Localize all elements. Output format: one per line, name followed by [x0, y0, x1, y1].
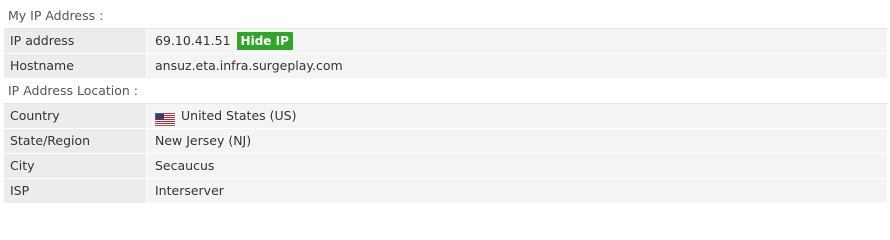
city-value-cell: Secaucus [147, 154, 887, 178]
city-label: City [4, 154, 147, 178]
hostname-value: ansuz.eta.infra.surgeplay.com [155, 58, 343, 73]
isp-value-cell: Interserver [147, 179, 887, 203]
country-row: Country United States (US) [4, 104, 887, 129]
city-row: City Secaucus [4, 154, 887, 179]
country-label: Country [4, 104, 147, 128]
city-value: Secaucus [155, 158, 215, 173]
hostname-value-cell: ansuz.eta.infra.surgeplay.com [147, 54, 887, 78]
ip-info-panel: My IP Address : IP address 69.10.41.51 H… [4, 4, 887, 204]
hide-ip-button[interactable]: Hide IP [236, 32, 293, 50]
location-section-header: IP Address Location : [4, 79, 887, 104]
isp-row: ISP Interserver [4, 179, 887, 204]
us-flag-icon [154, 110, 176, 126]
hostname-row: Hostname ansuz.eta.infra.surgeplay.com [4, 54, 887, 79]
hostname-label: Hostname [4, 54, 147, 78]
state-region-label: State/Region [4, 129, 147, 153]
ip-address-row: IP address 69.10.41.51 Hide IP [4, 29, 887, 54]
ip-address-value: 69.10.41.51 [155, 33, 231, 48]
country-value: United States (US) [181, 108, 297, 123]
ip-address-value-cell: 69.10.41.51 Hide IP [147, 29, 887, 53]
isp-label: ISP [4, 179, 147, 203]
ip-address-label: IP address [4, 29, 147, 53]
country-value-cell: United States (US) [147, 104, 887, 128]
state-region-row: State/Region New Jersey (NJ) [4, 129, 887, 154]
isp-value: Interserver [155, 183, 224, 198]
state-region-value: New Jersey (NJ) [155, 133, 252, 148]
my-ip-section-header: My IP Address : [4, 4, 887, 29]
state-region-value-cell: New Jersey (NJ) [147, 129, 887, 153]
